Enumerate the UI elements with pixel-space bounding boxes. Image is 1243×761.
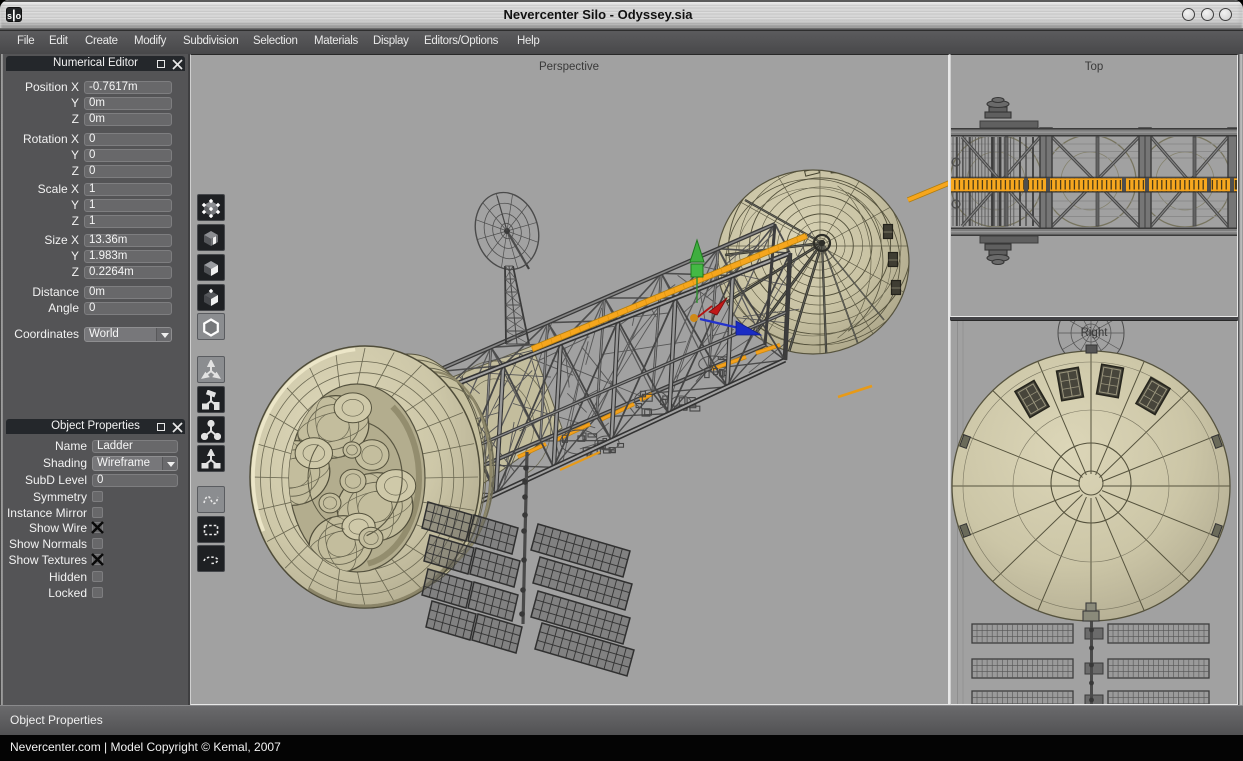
svg-text:Perspective: Perspective [539, 61, 599, 73]
svg-text:Right: Right [1081, 327, 1109, 339]
svg-text:Top: Top [1085, 61, 1104, 73]
